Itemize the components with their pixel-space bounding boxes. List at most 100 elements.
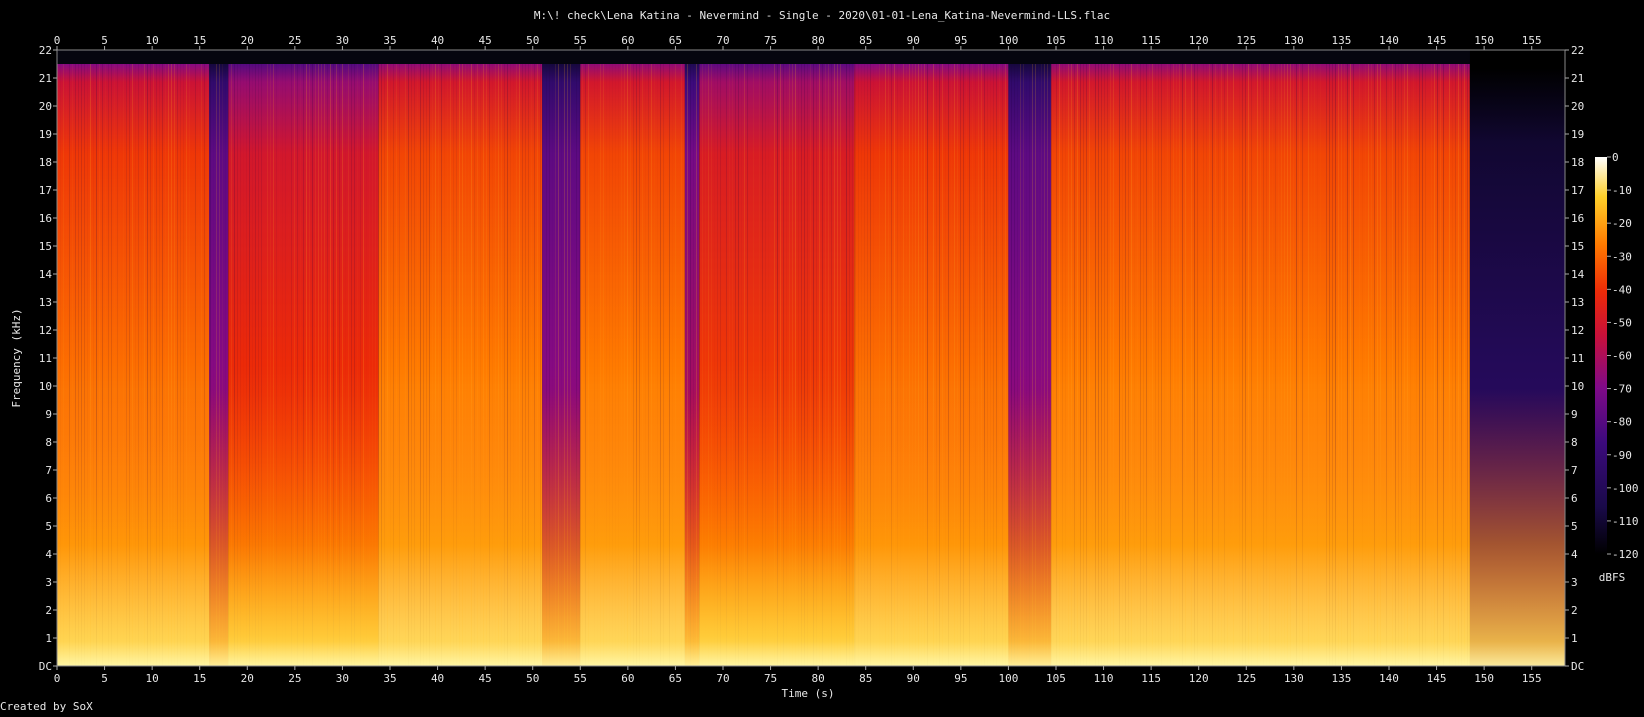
- x-tick-label-bottom: 65: [669, 672, 682, 685]
- y-axis-label: Frequency (kHz): [10, 308, 23, 407]
- y-tick-label-right: 13: [1571, 296, 1584, 309]
- x-tick-label-top: 110: [1094, 34, 1114, 47]
- y-tick-label-left: 20: [39, 100, 52, 113]
- x-tick-label-bottom: 140: [1379, 672, 1399, 685]
- x-tick-label-top: 155: [1522, 34, 1542, 47]
- colorbar-tick-label: -10: [1612, 184, 1632, 197]
- x-tick-label-top: 120: [1189, 34, 1209, 47]
- y-tick-label-left: 11: [39, 352, 52, 365]
- x-tick-label-bottom: 85: [859, 672, 872, 685]
- x-tick-label-bottom: 105: [1046, 672, 1066, 685]
- x-tick-label-bottom: 90: [907, 672, 920, 685]
- x-tick-label-top: 45: [479, 34, 492, 47]
- x-tick-label-bottom: 15: [193, 672, 206, 685]
- y-tick-label-left: 10: [39, 380, 52, 393]
- y-tick-label-left: 14: [39, 268, 53, 281]
- x-axis-bottom: 0 5 10 15 20 25 30 35 40 45 50 55 60 65 70 75 80 85 90 95 10…: [54, 666, 1542, 685]
- y-axis-right: DC12345678910111213141516171819202122: [1565, 44, 1585, 673]
- y-tick-label-left: 3: [45, 576, 52, 589]
- x-tick-label-bottom: 115: [1141, 672, 1161, 685]
- x-tick-label-bottom: 20: [241, 672, 254, 685]
- x-tick-label-top: 135: [1331, 34, 1351, 47]
- colorbar-tick-label: -100: [1612, 482, 1639, 495]
- y-tick-label-right: 17: [1571, 184, 1584, 197]
- y-tick-label-right: 10: [1571, 380, 1584, 393]
- footer-credit: Created by SoX: [0, 700, 93, 713]
- x-tick-label-bottom: 70: [716, 672, 729, 685]
- x-tick-label-bottom: 150: [1474, 672, 1494, 685]
- x-tick-label-top: 20: [241, 34, 254, 47]
- y-tick-label-left: 15: [39, 240, 52, 253]
- colorbar-ticks: 0 -10 -20 -30 -40 -50 -60 -70 -80 -90 -100 -110 -120: [1607, 151, 1639, 561]
- y-tick-label-left: 19: [39, 128, 52, 141]
- y-tick-label-right: 19: [1571, 128, 1584, 141]
- x-tick-label-top: 0: [54, 34, 61, 47]
- colorbar-tick-label: -20: [1612, 217, 1632, 230]
- x-tick-label-bottom: 5: [101, 672, 108, 685]
- x-tick-label-bottom: 0: [54, 672, 61, 685]
- low-frequency-glow: [57, 50, 1565, 666]
- x-tick-label-top: 70: [716, 34, 729, 47]
- colorbar: [1595, 157, 1607, 554]
- y-tick-label-right: 15: [1571, 240, 1584, 253]
- y-tick-label-right: 18: [1571, 156, 1584, 169]
- y-tick-label-left: 21: [39, 72, 52, 85]
- y-tick-label-right: 11: [1571, 352, 1584, 365]
- x-tick-label-bottom: 80: [812, 672, 825, 685]
- y-tick-label-left: DC: [39, 660, 52, 673]
- x-tick-label-top: 10: [146, 34, 159, 47]
- y-tick-label-left: 6: [45, 492, 52, 505]
- colorbar-tick-label: -80: [1612, 416, 1632, 429]
- y-tick-label-left: 5: [45, 520, 52, 533]
- colorbar-tick-label: -110: [1612, 515, 1639, 528]
- x-tick-label-top: 80: [812, 34, 825, 47]
- x-tick-label-top: 85: [859, 34, 872, 47]
- x-tick-label-top: 35: [383, 34, 396, 47]
- y-tick-label-right: 14: [1571, 268, 1585, 281]
- y-tick-label-left: 9: [45, 408, 52, 421]
- x-tick-label-top: 60: [621, 34, 634, 47]
- x-tick-label-top: 15: [193, 34, 206, 47]
- spectrogram-figure: M:\! check\Lena Katina - Nevermind - Sin…: [0, 0, 1644, 713]
- y-tick-label-right: 22: [1571, 44, 1584, 57]
- y-tick-label-right: 6: [1571, 492, 1578, 505]
- y-tick-label-right: 9: [1571, 408, 1578, 421]
- x-tick-label-bottom: 100: [998, 672, 1018, 685]
- x-tick-label-bottom: 125: [1236, 672, 1256, 685]
- y-tick-label-right: 5: [1571, 520, 1578, 533]
- x-tick-label-bottom: 10: [146, 672, 159, 685]
- x-tick-label-bottom: 155: [1522, 672, 1542, 685]
- spectrogram-chart: M:\! check\Lena Katina - Nevermind - Sin…: [0, 9, 1639, 713]
- x-tick-label-top: 150: [1474, 34, 1494, 47]
- colorbar-tick-label: -60: [1612, 350, 1632, 363]
- y-tick-label-right: 8: [1571, 436, 1578, 449]
- y-tick-label-left: 12: [39, 324, 52, 337]
- colorbar-label: dBFS: [1599, 571, 1626, 584]
- y-tick-label-right: 3: [1571, 576, 1578, 589]
- y-tick-label-right: DC: [1571, 660, 1584, 673]
- colorbar-tick-label: -70: [1612, 383, 1632, 396]
- x-tick-label-top: 75: [764, 34, 777, 47]
- x-tick-label-bottom: 145: [1427, 672, 1447, 685]
- y-tick-label-right: 20: [1571, 100, 1584, 113]
- x-tick-label-top: 50: [526, 34, 539, 47]
- x-tick-label-top: 30: [336, 34, 349, 47]
- x-tick-label-bottom: 35: [383, 672, 396, 685]
- y-tick-label-left: 18: [39, 156, 52, 169]
- colorbar-tick-label: -40: [1612, 283, 1632, 296]
- x-tick-label-bottom: 110: [1094, 672, 1114, 685]
- x-tick-label-top: 25: [288, 34, 301, 47]
- colorbar-tick-label: -30: [1612, 250, 1632, 263]
- x-tick-label-top: 125: [1236, 34, 1256, 47]
- colorbar-tick-label: -50: [1612, 316, 1632, 329]
- x-tick-label-bottom: 60: [621, 672, 634, 685]
- y-tick-label-left: 4: [45, 548, 52, 561]
- x-tick-label-top: 65: [669, 34, 682, 47]
- y-tick-label-left: 22: [39, 44, 52, 57]
- x-tick-label-top: 90: [907, 34, 920, 47]
- y-tick-label-right: 21: [1571, 72, 1584, 85]
- x-tick-label-top: 140: [1379, 34, 1399, 47]
- x-tick-label-top: 105: [1046, 34, 1066, 47]
- x-tick-label-bottom: 130: [1284, 672, 1304, 685]
- x-tick-label-top: 100: [998, 34, 1018, 47]
